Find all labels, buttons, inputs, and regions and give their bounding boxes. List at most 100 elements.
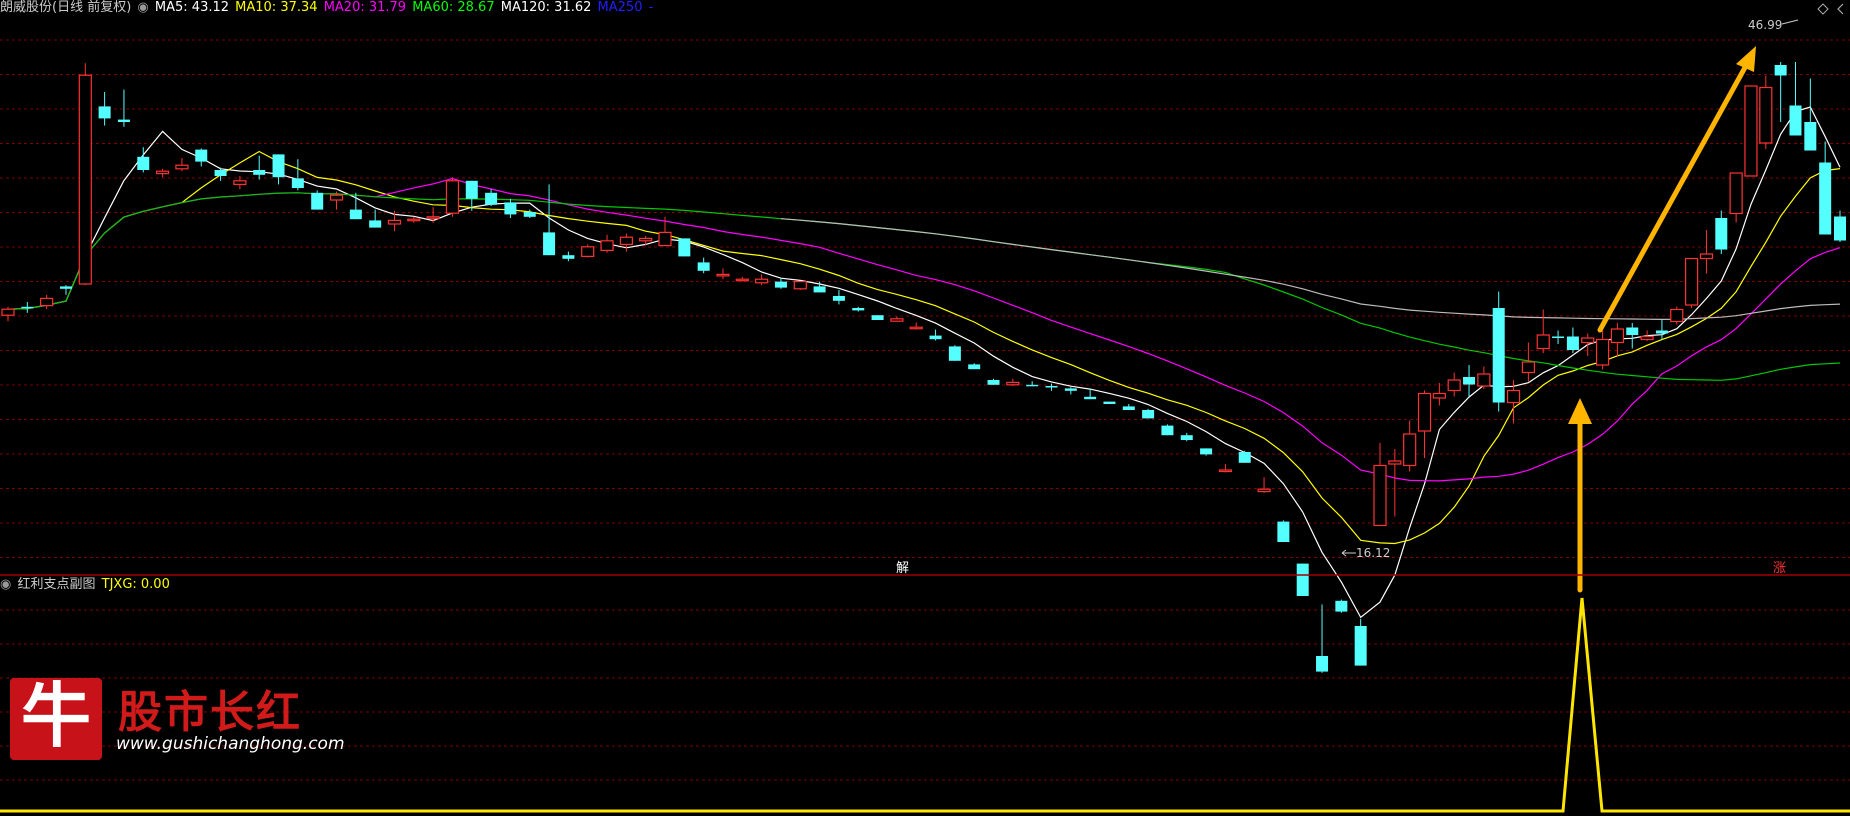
- candle[interactable]: [1463, 365, 1476, 397]
- candle[interactable]: [1200, 448, 1213, 456]
- candle[interactable]: [987, 378, 1000, 385]
- candle[interactable]: [1819, 141, 1832, 235]
- candle[interactable]: [426, 207, 440, 223]
- candle[interactable]: [1277, 520, 1290, 542]
- sub-settings-icon[interactable]: ◉: [0, 577, 11, 592]
- candle[interactable]: [445, 177, 460, 217]
- candle[interactable]: [1103, 401, 1116, 404]
- candle[interactable]: [1026, 381, 1039, 387]
- candle[interactable]: [1492, 291, 1505, 412]
- candle[interactable]: [543, 184, 556, 256]
- candle[interactable]: [1, 306, 15, 322]
- candle[interactable]: [1373, 443, 1387, 527]
- candle[interactable]: [1759, 75, 1773, 150]
- candle[interactable]: [1655, 320, 1668, 340]
- candle[interactable]: [600, 234, 614, 253]
- candle[interactable]: [155, 168, 170, 178]
- candle[interactable]: [1699, 230, 1714, 274]
- candle[interactable]: [349, 192, 362, 220]
- candle[interactable]: [1447, 372, 1461, 397]
- candle-body: [1026, 384, 1039, 387]
- candle[interactable]: [1789, 62, 1802, 136]
- candle[interactable]: [1477, 366, 1491, 390]
- candle[interactable]: [1729, 172, 1743, 223]
- candle[interactable]: [1610, 323, 1625, 356]
- candle[interactable]: [1335, 599, 1348, 613]
- candle[interactable]: [387, 210, 402, 232]
- candle[interactable]: [774, 278, 787, 289]
- candle[interactable]: [581, 244, 595, 258]
- candle[interactable]: [504, 198, 517, 218]
- candle[interactable]: [735, 276, 749, 282]
- candle[interactable]: [1715, 210, 1728, 255]
- candle[interactable]: [1417, 390, 1432, 459]
- chevron-left-icon[interactable]: [1837, 3, 1844, 15]
- candle[interactable]: [137, 147, 150, 173]
- candle[interactable]: [1180, 432, 1193, 442]
- candle[interactable]: [40, 294, 54, 310]
- candle[interactable]: [619, 233, 633, 252]
- candle-body: [1045, 386, 1058, 388]
- candle[interactable]: [909, 322, 923, 330]
- candle[interactable]: [1296, 563, 1309, 596]
- candle[interactable]: [78, 63, 92, 286]
- candle[interactable]: [1045, 383, 1058, 391]
- candle[interactable]: [1006, 378, 1020, 386]
- candle[interactable]: [1161, 424, 1174, 436]
- candle[interactable]: [1238, 450, 1251, 463]
- candle[interactable]: [678, 238, 691, 257]
- candle[interactable]: [253, 155, 266, 180]
- candle[interactable]: [658, 216, 672, 247]
- candle[interactable]: [1354, 618, 1367, 666]
- candle[interactable]: [755, 274, 769, 286]
- candle[interactable]: [1566, 327, 1579, 354]
- candle[interactable]: [793, 281, 807, 290]
- candle[interactable]: [1595, 330, 1610, 370]
- candle[interactable]: [1834, 210, 1846, 243]
- candle[interactable]: [697, 257, 710, 274]
- candle[interactable]: [1581, 333, 1595, 357]
- candle[interactable]: [562, 251, 575, 262]
- candle[interactable]: [1316, 604, 1329, 673]
- ma60-value: MA60: 28.67: [412, 0, 495, 15]
- candle[interactable]: [1670, 306, 1684, 325]
- candle[interactable]: [852, 306, 865, 312]
- diamond-icon[interactable]: [1817, 3, 1829, 15]
- candle[interactable]: [1774, 62, 1787, 122]
- candle[interactable]: [1552, 330, 1565, 345]
- candle[interactable]: [1122, 404, 1135, 410]
- candle[interactable]: [98, 92, 111, 126]
- candle[interactable]: [948, 345, 961, 361]
- candle[interactable]: [1142, 408, 1155, 419]
- candle[interactable]: [890, 316, 904, 322]
- candle[interactable]: [175, 158, 189, 172]
- candle[interactable]: [311, 190, 324, 210]
- settings-icon[interactable]: ◉: [137, 0, 148, 15]
- candle[interactable]: [195, 148, 208, 167]
- candle[interactable]: [1064, 387, 1077, 395]
- candle[interactable]: [21, 302, 34, 313]
- candle[interactable]: [871, 315, 884, 320]
- candle[interactable]: [1521, 342, 1535, 382]
- candle[interactable]: [272, 154, 285, 185]
- candle[interactable]: [716, 268, 730, 280]
- candle[interactable]: [1432, 383, 1446, 406]
- candle[interactable]: [832, 290, 845, 305]
- stock-title[interactable]: 朗威股份(日线 前复权): [0, 0, 131, 15]
- candle[interactable]: [1403, 420, 1417, 472]
- candle[interactable]: [291, 159, 304, 191]
- candle[interactable]: [968, 363, 981, 370]
- candle[interactable]: [1536, 309, 1550, 354]
- candle[interactable]: [1257, 477, 1271, 493]
- candle[interactable]: [639, 236, 653, 246]
- candle[interactable]: [1744, 85, 1758, 177]
- candle[interactable]: [485, 189, 498, 206]
- candle[interactable]: [929, 329, 942, 341]
- candle-body: [678, 238, 691, 257]
- candle[interactable]: [1218, 464, 1233, 473]
- sub-indicator-title[interactable]: 红利支点副图: [17, 577, 95, 592]
- candle[interactable]: [1388, 449, 1402, 517]
- candle[interactable]: [1685, 257, 1699, 309]
- candle[interactable]: [117, 89, 130, 127]
- candle[interactable]: [1626, 323, 1639, 349]
